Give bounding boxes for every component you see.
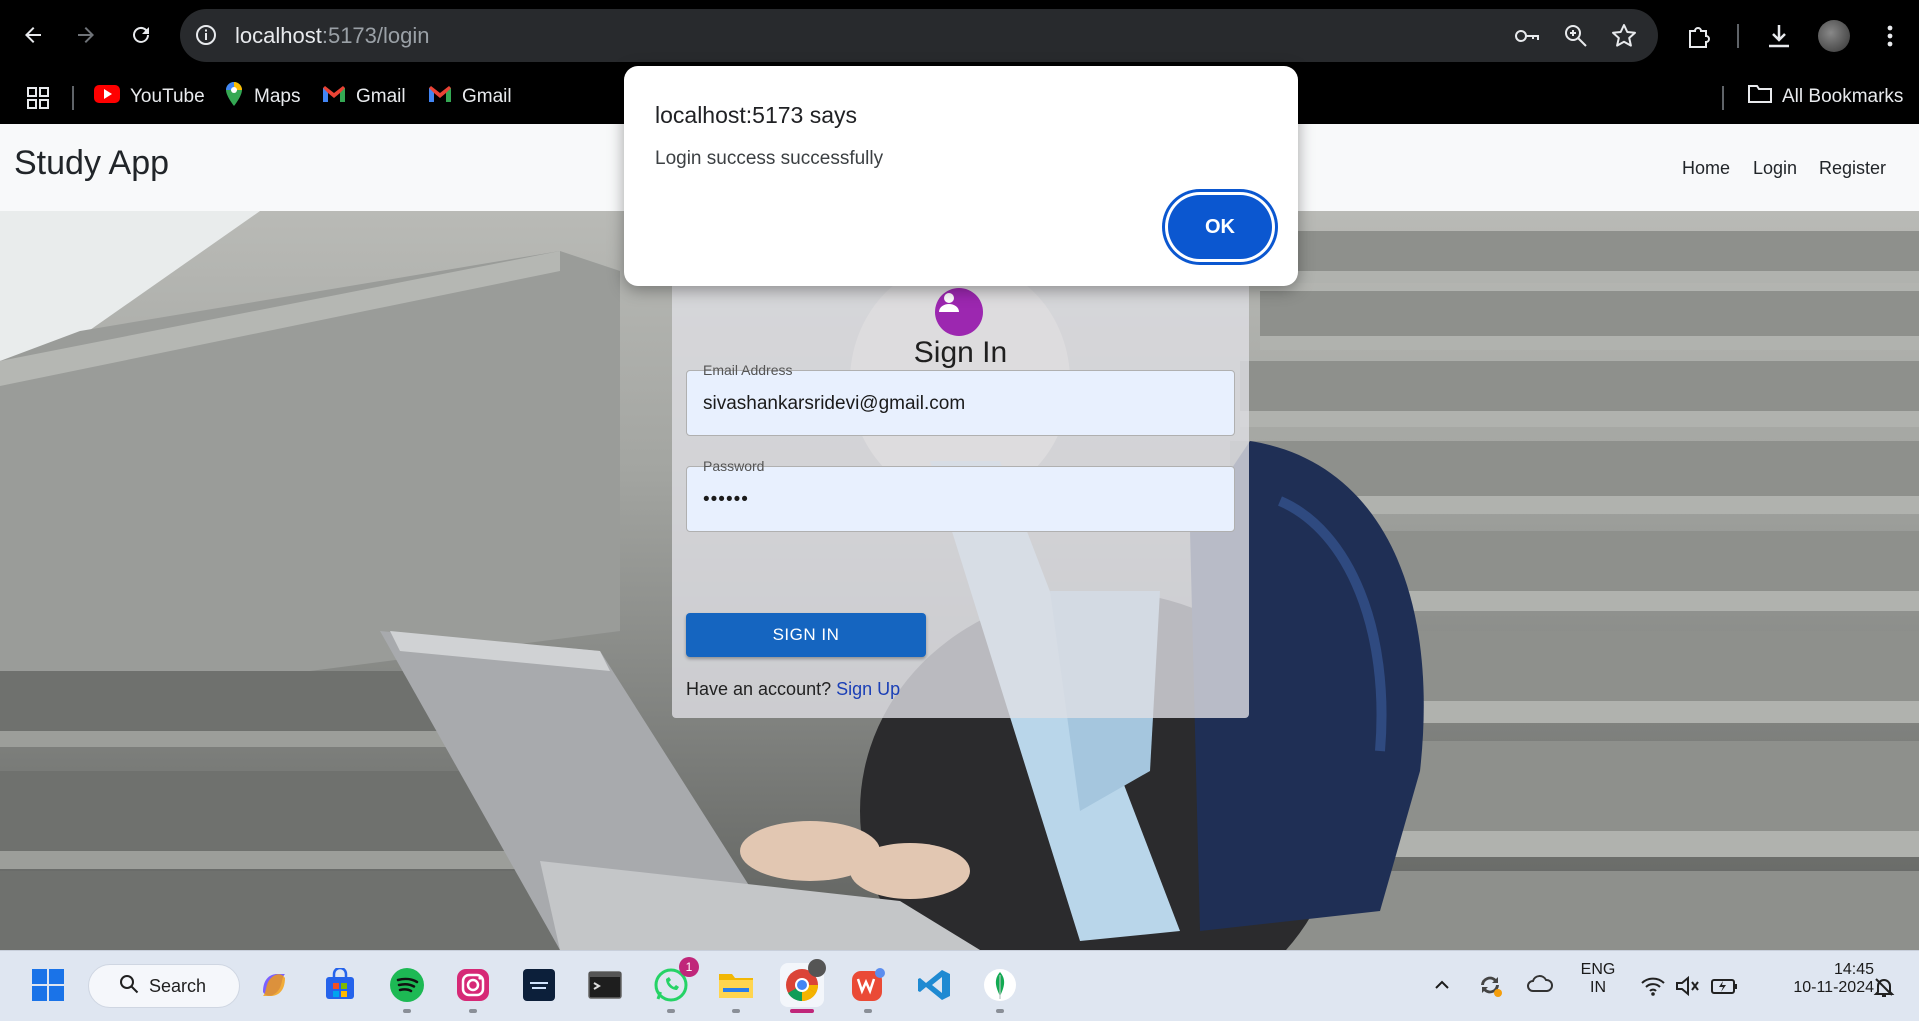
all-bookmarks-label: All Bookmarks (1782, 86, 1904, 107)
nav-register[interactable]: Register (1819, 158, 1886, 179)
sync-icon[interactable] (1476, 971, 1504, 1004)
all-bookmarks[interactable]: All Bookmarks (1748, 82, 1903, 112)
ok-button[interactable]: OK (1168, 195, 1272, 259)
email-field[interactable]: Email Address sivashankarsridevi@gmail.c… (686, 362, 1235, 436)
toolbar-divider (1737, 24, 1739, 48)
reload-icon[interactable] (124, 18, 158, 52)
windows-taskbar: Search 1 ENG IN 14:45 10-11-2024 (0, 950, 1919, 1021)
whatsapp-icon[interactable]: 1 (649, 957, 699, 1013)
chrome-icon[interactable] (780, 959, 826, 1013)
bookmark-youtube[interactable]: YouTube (94, 82, 205, 112)
notifications-bell-icon[interactable] (1872, 975, 1896, 1004)
wifi-icon[interactable] (1640, 975, 1666, 1002)
store-icon[interactable] (318, 963, 362, 1007)
have-account-text: Have an account? (686, 679, 832, 699)
bookmark-label: Gmail (356, 86, 406, 107)
windows-start-icon[interactable] (26, 963, 70, 1007)
profile-avatar-icon[interactable] (1818, 20, 1850, 52)
bookmarks-divider (72, 86, 74, 110)
user-avatar-icon (935, 288, 983, 336)
instagram-icon[interactable] (451, 963, 495, 1013)
gmail-icon (322, 85, 346, 109)
clock[interactable]: 14:45 10-11-2024 (1756, 961, 1874, 997)
bookmark-label: Gmail (462, 86, 512, 107)
show-hidden-icons-chevron-icon[interactable] (1432, 975, 1452, 1000)
site-info-icon[interactable] (194, 23, 218, 47)
language-indicator[interactable]: ENG IN (1580, 961, 1616, 997)
vscode-icon[interactable] (912, 963, 956, 1007)
download-icon[interactable] (1765, 22, 1793, 50)
bookmarks-divider (1722, 86, 1724, 110)
back-icon[interactable] (16, 18, 50, 52)
battery-charging-icon[interactable] (1710, 975, 1738, 1002)
onedrive-cloud-icon[interactable] (1526, 973, 1554, 1000)
menu-dots-icon[interactable] (1876, 22, 1904, 50)
clock-time: 14:45 (1833, 961, 1874, 978)
url-text: localhost:5173/login (235, 23, 430, 48)
bookmark-label: Maps (254, 86, 301, 107)
mongodb-icon[interactable] (978, 963, 1022, 1013)
hero-background-image: Sign In Email Address sivashankarsridevi… (0, 211, 1919, 950)
bookmark-star-icon[interactable] (1611, 23, 1637, 49)
search-icon (119, 974, 139, 999)
signup-link[interactable]: Sign Up (836, 679, 900, 699)
password-field[interactable]: Password •••••• (686, 458, 1235, 532)
whatsapp-badge: 1 (679, 957, 699, 977)
extensions-icon[interactable] (1686, 22, 1714, 50)
bookmark-gmail-2[interactable]: Gmail (428, 82, 512, 112)
hotstar-icon[interactable] (517, 963, 561, 1007)
gmail-icon (428, 85, 452, 109)
taskbar-search[interactable]: Search (88, 964, 240, 1008)
browser-toolbar: localhost:5173/login (0, 0, 1919, 72)
password-key-icon[interactable] (1513, 23, 1539, 49)
dialog-message: Login success successfully (655, 148, 884, 169)
terminal-icon[interactable] (583, 963, 627, 1007)
nav-home[interactable]: Home (1682, 158, 1730, 179)
password-value: •••••• (703, 489, 749, 510)
search-label: Search (149, 975, 207, 996)
bookmark-maps[interactable]: Maps (224, 82, 300, 112)
address-bar[interactable]: localhost:5173/login (180, 9, 1658, 62)
volume-muted-icon[interactable] (1675, 975, 1701, 1002)
copilot-icon[interactable] (252, 963, 296, 1007)
apps-grid-icon[interactable] (26, 86, 50, 115)
password-label: Password (703, 458, 765, 474)
youtube-icon (94, 84, 120, 110)
forward-icon[interactable] (69, 18, 103, 52)
brand-title[interactable]: Study App (14, 144, 169, 183)
signup-prompt: Have an account? Sign Up (686, 679, 900, 700)
language-bottom: IN (1590, 979, 1606, 996)
chrome-profile-badge-icon (808, 959, 826, 977)
wps-office-icon[interactable] (846, 963, 890, 1013)
bookmark-gmail-1[interactable]: Gmail (322, 82, 406, 112)
language-top: ENG (1580, 961, 1616, 978)
bookmark-label: YouTube (130, 86, 205, 107)
dialog-title: localhost:5173 says (655, 102, 858, 128)
zoom-icon[interactable] (1563, 23, 1589, 49)
email-value: sivashankarsridevi@gmail.com (703, 393, 966, 414)
signin-card: Sign In Email Address sivashankarsridevi… (672, 274, 1249, 718)
email-label: Email Address (703, 362, 793, 378)
folder-icon (1748, 84, 1772, 110)
spotify-icon[interactable] (385, 963, 429, 1013)
nav-login[interactable]: Login (1753, 158, 1797, 179)
clock-date: 10-11-2024 (1793, 979, 1874, 996)
file-explorer-icon[interactable] (714, 963, 758, 1013)
maps-icon (224, 81, 244, 113)
alert-dialog: localhost:5173 says Login success succes… (624, 66, 1298, 286)
signin-button[interactable]: SIGN IN (686, 613, 926, 657)
